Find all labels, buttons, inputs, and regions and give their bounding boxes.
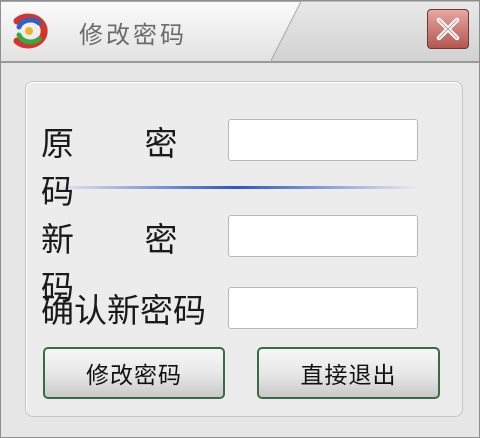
close-button[interactable] [427,9,469,49]
change-password-window: 修改密码 原 密 码 新 密 码 确认新密码 修改密码 直接退出 [0,0,480,438]
title-bar-divider [1,61,479,63]
confirm-password-input[interactable] [228,287,418,329]
close-icon [436,17,460,41]
old-password-input[interactable] [228,119,418,161]
section-divider [53,186,419,189]
change-password-button[interactable]: 修改密码 [43,347,225,399]
title-tab-outline [1,1,479,61]
app-logo-icon [13,13,48,49]
exit-button[interactable]: 直接退出 [257,347,440,399]
window-title: 修改密码 [79,21,187,49]
new-password-input[interactable] [228,215,418,257]
confirm-password-label: 确认新密码 [41,291,206,330]
old-password-label: 原 密 码 [41,124,208,211]
title-bar: 修改密码 [1,1,479,61]
